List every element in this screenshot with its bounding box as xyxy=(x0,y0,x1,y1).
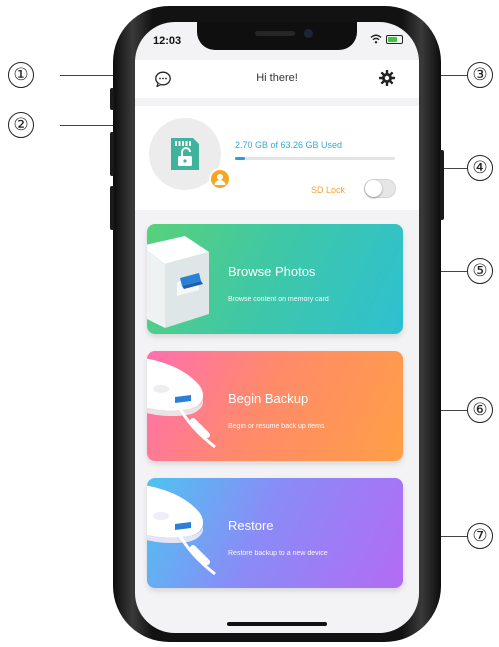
begin-backup-card[interactable]: Begin Backup Begin or resume back up ite… xyxy=(147,351,403,461)
browse-photos-card[interactable]: Browse Photos Browse content on memory c… xyxy=(147,224,403,334)
restore-card[interactable]: Restore Restore backup to a new device xyxy=(147,478,403,588)
storage-card: 2.70 GB of 63.26 GB Used SD Lock xyxy=(135,106,419,210)
sd-lock-toggle[interactable] xyxy=(364,179,396,198)
user-badge[interactable] xyxy=(209,168,231,190)
app-header: Hi there! xyxy=(135,60,419,98)
callout-number: ⑦ xyxy=(467,523,493,549)
power-button xyxy=(440,150,444,220)
front-camera xyxy=(304,29,313,38)
card-reader-cube-icon xyxy=(147,236,209,328)
toggle-knob xyxy=(365,180,382,197)
restore-device-icon xyxy=(147,485,216,576)
callout-number: ② xyxy=(8,112,34,138)
callout-number: ⑤ xyxy=(467,258,493,284)
storage-used-text: 2.70 GB of 63.26 GB Used xyxy=(235,140,343,150)
page-title: Hi there! xyxy=(256,72,298,84)
home-indicator[interactable] xyxy=(227,622,327,626)
battery-icon xyxy=(386,34,403,44)
card-title: Restore xyxy=(228,518,274,533)
mute-switch xyxy=(110,88,114,110)
speaker xyxy=(255,31,295,36)
callout-number: ① xyxy=(8,62,34,88)
status-icons xyxy=(370,34,403,44)
card-subtitle: Begin or resume back up items xyxy=(228,423,325,430)
gear-icon[interactable] xyxy=(378,69,396,87)
callout-number: ⑥ xyxy=(467,397,493,423)
card-title: Browse Photos xyxy=(228,264,316,279)
callout-number: ④ xyxy=(467,155,493,181)
phone-screen: 12:03 Hi there! 2.70 GB of 63.26 GB Used… xyxy=(135,22,419,633)
notch xyxy=(197,22,357,50)
backup-device-icon xyxy=(147,358,216,449)
card-subtitle: Restore backup to a new device xyxy=(228,550,328,557)
callout-number: ③ xyxy=(467,62,493,88)
storage-progress-fill xyxy=(235,157,245,160)
status-time: 12:03 xyxy=(153,35,182,47)
volume-down-button xyxy=(110,186,114,230)
sd-lock-label: SD Lock xyxy=(311,185,346,195)
card-title: Begin Backup xyxy=(228,391,309,406)
wifi-icon xyxy=(370,34,382,44)
storage-progress-bar xyxy=(235,157,395,160)
user-icon xyxy=(214,174,226,185)
volume-up-button xyxy=(110,132,114,176)
card-subtitle: Browse content on memory card xyxy=(228,296,329,303)
